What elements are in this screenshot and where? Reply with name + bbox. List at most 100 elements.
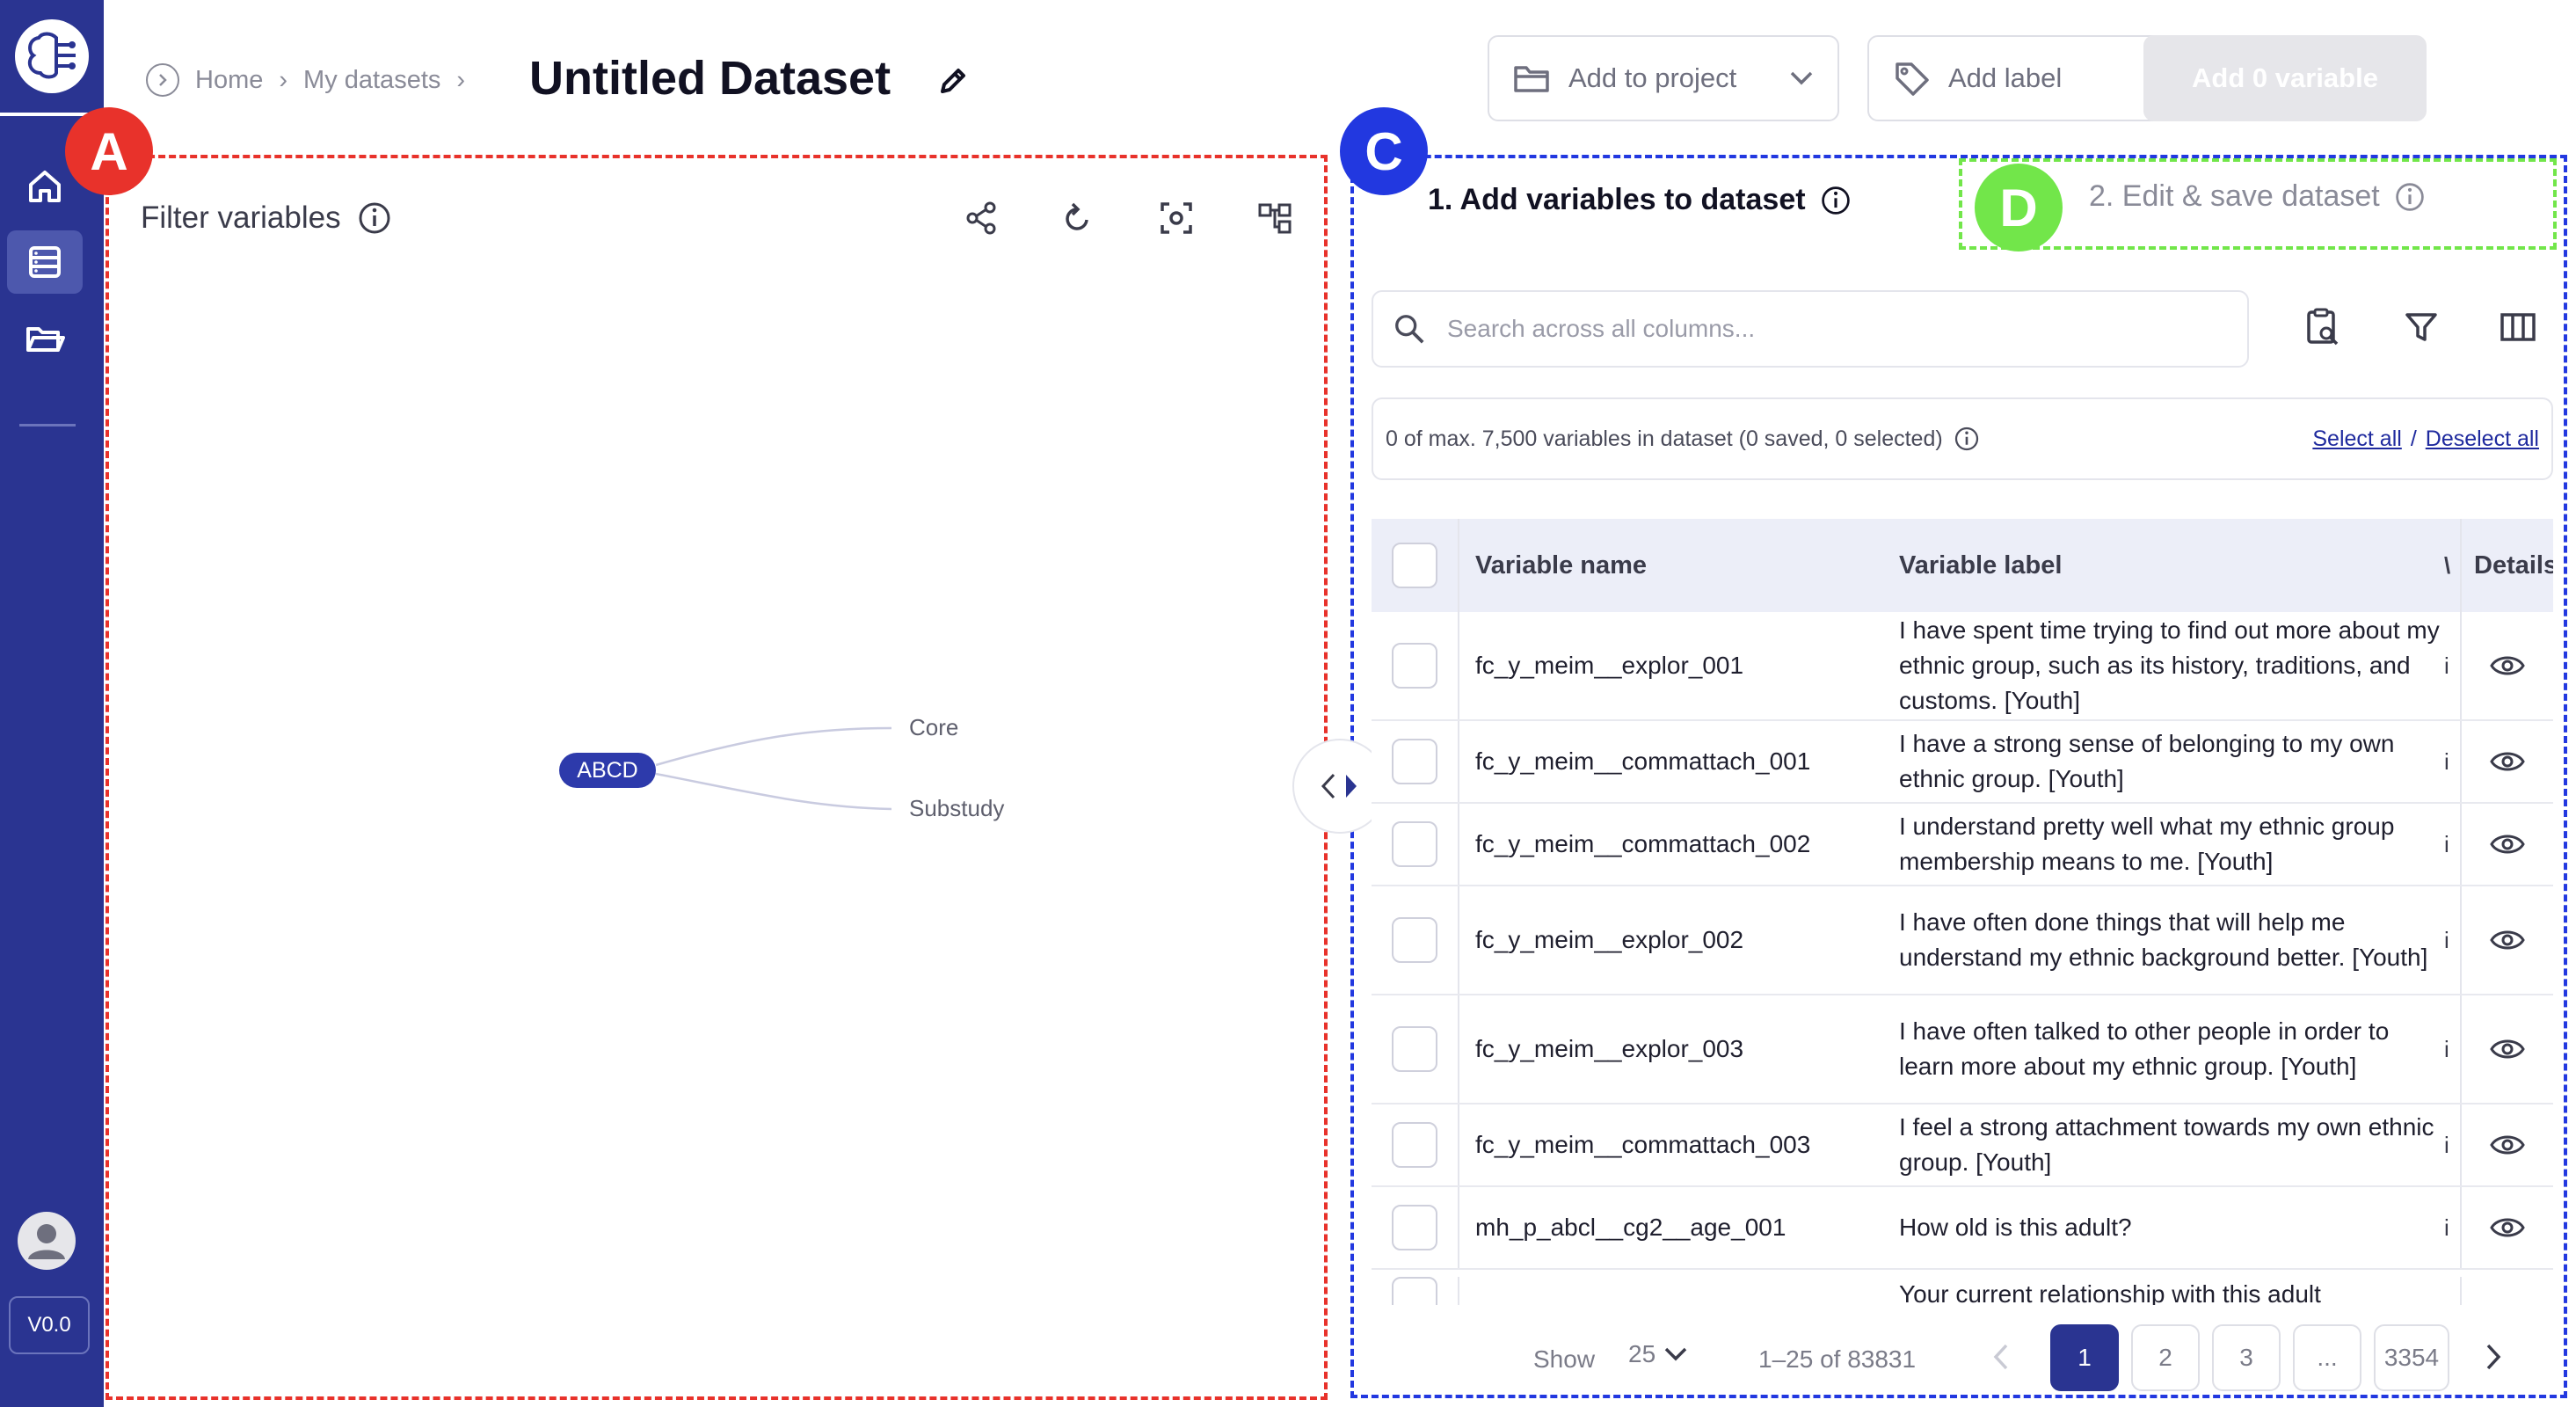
truncated-cell: i <box>2444 721 2462 802</box>
header-details: Details <box>2474 550 2553 580</box>
truncated-cell: i <box>2444 1187 2462 1268</box>
select-all-link[interactable]: Select all <box>2312 426 2401 452</box>
page-size-label: Show <box>1533 1345 1596 1373</box>
view-details-button[interactable] <box>2462 1132 2553 1158</box>
row-checkbox[interactable] <box>1392 821 1437 867</box>
search-icon <box>1395 315 1424 344</box>
chevron-down-icon <box>1664 1347 1687 1361</box>
tree-node-core[interactable]: Core <box>909 714 958 741</box>
filter-icon <box>2405 313 2437 341</box>
variable-name-cell: mh_p_abcl__cg2__age_001 <box>1475 1214 1786 1241</box>
search-placeholder: Search across all columns... <box>1447 315 1756 342</box>
variable-label-cell: I have often talked to other people in o… <box>1899 1017 2390 1080</box>
truncated-cell: i <box>2444 804 2462 885</box>
columns-icon <box>2500 313 2536 341</box>
eye-icon <box>2490 930 2525 950</box>
header-variable-label[interactable]: Variable label <box>1899 551 2444 580</box>
view-details-button[interactable] <box>2462 652 2553 679</box>
links-divider: / <box>2410 426 2417 451</box>
variable-label-cell: I have a strong sense of belonging to my… <box>1899 730 2395 792</box>
clipboard-search-button[interactable] <box>2298 303 2347 352</box>
annotation-badge-d: D <box>1975 164 2063 252</box>
eye-icon <box>2490 835 2525 854</box>
header-variable-name[interactable]: Variable name <box>1459 551 1899 580</box>
page-size-value: 25 <box>1628 1340 1656 1367</box>
variable-label-cell: I have spent time trying to find out mor… <box>1899 616 2440 714</box>
chevron-left-icon <box>1993 1344 2008 1370</box>
tree-node-substudy[interactable]: Substudy <box>909 795 1004 822</box>
tab-add-variables[interactable]: 1. Add variables to dataset <box>1428 183 1852 217</box>
filter-button[interactable] <box>2397 303 2446 352</box>
select-all-cell <box>1372 519 1459 612</box>
deselect-all-link[interactable]: Deselect all <box>2426 426 2539 452</box>
row-checkbox[interactable] <box>1392 1026 1437 1072</box>
row-checkbox[interactable] <box>1392 1122 1437 1168</box>
table-row[interactable]: fc_y_meim__explor_002 I have often done … <box>1372 886 2553 995</box>
variable-name-cell: fc_y_meim__explor_002 <box>1475 926 1744 953</box>
variable-label-cell: I feel a strong attachment towards my ow… <box>1899 1113 2434 1176</box>
table-row[interactable]: fc_y_meim__explor_001 I have spent time … <box>1372 612 2553 721</box>
row-checkbox[interactable] <box>1392 1277 1437 1305</box>
table-row[interactable]: fc_y_meim__commattach_001 I have a stron… <box>1372 721 2553 804</box>
selection-links: Select all / Deselect all <box>2312 426 2539 452</box>
truncated-cell: i <box>2444 1104 2462 1185</box>
variables-table: Variable name Variable label \ Details f… <box>1372 519 2553 1305</box>
tab-edit-save-label: 2. Edit & save dataset <box>2089 179 2380 213</box>
eye-icon <box>2490 1218 2525 1237</box>
view-details-button[interactable] <box>2462 748 2553 775</box>
eye-icon <box>2490 656 2525 675</box>
info-icon[interactable] <box>1820 185 1852 216</box>
page-button-1[interactable]: 1 <box>2050 1324 2119 1391</box>
page-button-3[interactable]: 3 <box>2212 1324 2281 1391</box>
view-details-button[interactable] <box>2462 927 2553 953</box>
variable-name-cell: fc_y_meim__commattach_002 <box>1475 830 1811 857</box>
search-field[interactable]: Search across all columns... <box>1372 290 2249 368</box>
eye-icon <box>2490 1039 2525 1059</box>
table-row[interactable]: fc_y_meim__explor_003 I have often talke… <box>1372 995 2553 1104</box>
info-icon[interactable] <box>1954 426 1980 452</box>
eye-icon <box>2490 1135 2525 1155</box>
variable-label-cell: I have often done things that will help … <box>1899 908 2428 971</box>
table-row[interactable]: fc_y_meim__commattach_002 I understand p… <box>1372 804 2553 886</box>
annotation-badge-a: A <box>65 107 153 195</box>
view-details-button[interactable] <box>2462 1036 2553 1062</box>
tab-add-variables-label: 1. Add variables to dataset <box>1428 183 1806 216</box>
pagination-range: 1–25 of 83831 <box>1758 1345 1917 1373</box>
variable-name-cell: fc_y_meim__commattach_001 <box>1475 747 1811 775</box>
eye-icon <box>2490 752 2525 771</box>
page-size-select[interactable]: 25 <box>1628 1340 1689 1368</box>
truncated-cell: i <box>2444 886 2462 994</box>
row-checkbox[interactable] <box>1392 917 1437 963</box>
page-button-last[interactable]: 3354 <box>2374 1324 2449 1391</box>
columns-button[interactable] <box>2493 303 2543 352</box>
tab-edit-save[interactable]: 2. Edit & save dataset <box>2089 179 2426 214</box>
clipboard-search-icon <box>2307 308 2339 346</box>
truncated-cell: i <box>2444 995 2462 1103</box>
table-row[interactable]: fc_y_meim__commattach_003 I feel a stron… <box>1372 1104 2553 1187</box>
table-row[interactable]: mh_p_abcl__cg2__age_001 How old is this … <box>1372 1187 2553 1270</box>
table-header: Variable name Variable label \ Details <box>1372 519 2553 612</box>
info-icon[interactable] <box>2394 181 2426 213</box>
view-details-button[interactable] <box>2462 831 2553 857</box>
row-checkbox[interactable] <box>1392 643 1437 689</box>
summary-text: 0 of max. 7,500 variables in dataset (0 … <box>1386 426 1943 451</box>
next-page-button[interactable] <box>2483 1342 2504 1376</box>
page-button-2[interactable]: 2 <box>2131 1324 2200 1391</box>
expand-arrows-icon <box>1321 773 1357 799</box>
variable-label-cell: Your current relationship with this adul… <box>1899 1280 2321 1305</box>
view-details-button[interactable] <box>2462 1214 2553 1241</box>
truncated-cell: i <box>2444 612 2462 719</box>
variable-name-cell: fc_y_meim__commattach_003 <box>1475 1131 1811 1158</box>
row-checkbox[interactable] <box>1392 739 1437 784</box>
header-truncated-column: \ <box>2444 519 2462 612</box>
previous-page-button[interactable] <box>1990 1342 2012 1376</box>
variable-name-cell: fc_y_meim__explor_001 <box>1475 652 1744 679</box>
variable-name-cell: fc_y_meim__explor_003 <box>1475 1035 1744 1062</box>
table-row[interactable]: Your current relationship with this adul… <box>1372 1270 2553 1305</box>
tree-node-root[interactable]: ABCD <box>559 753 656 788</box>
selection-summary: 0 of max. 7,500 variables in dataset (0 … <box>1372 397 2553 480</box>
select-all-checkbox[interactable] <box>1392 543 1437 588</box>
variable-label-cell: How old is this adult? <box>1899 1214 2132 1241</box>
variable-label-cell: I understand pretty well what my ethnic … <box>1899 813 2395 875</box>
row-checkbox[interactable] <box>1392 1205 1437 1250</box>
